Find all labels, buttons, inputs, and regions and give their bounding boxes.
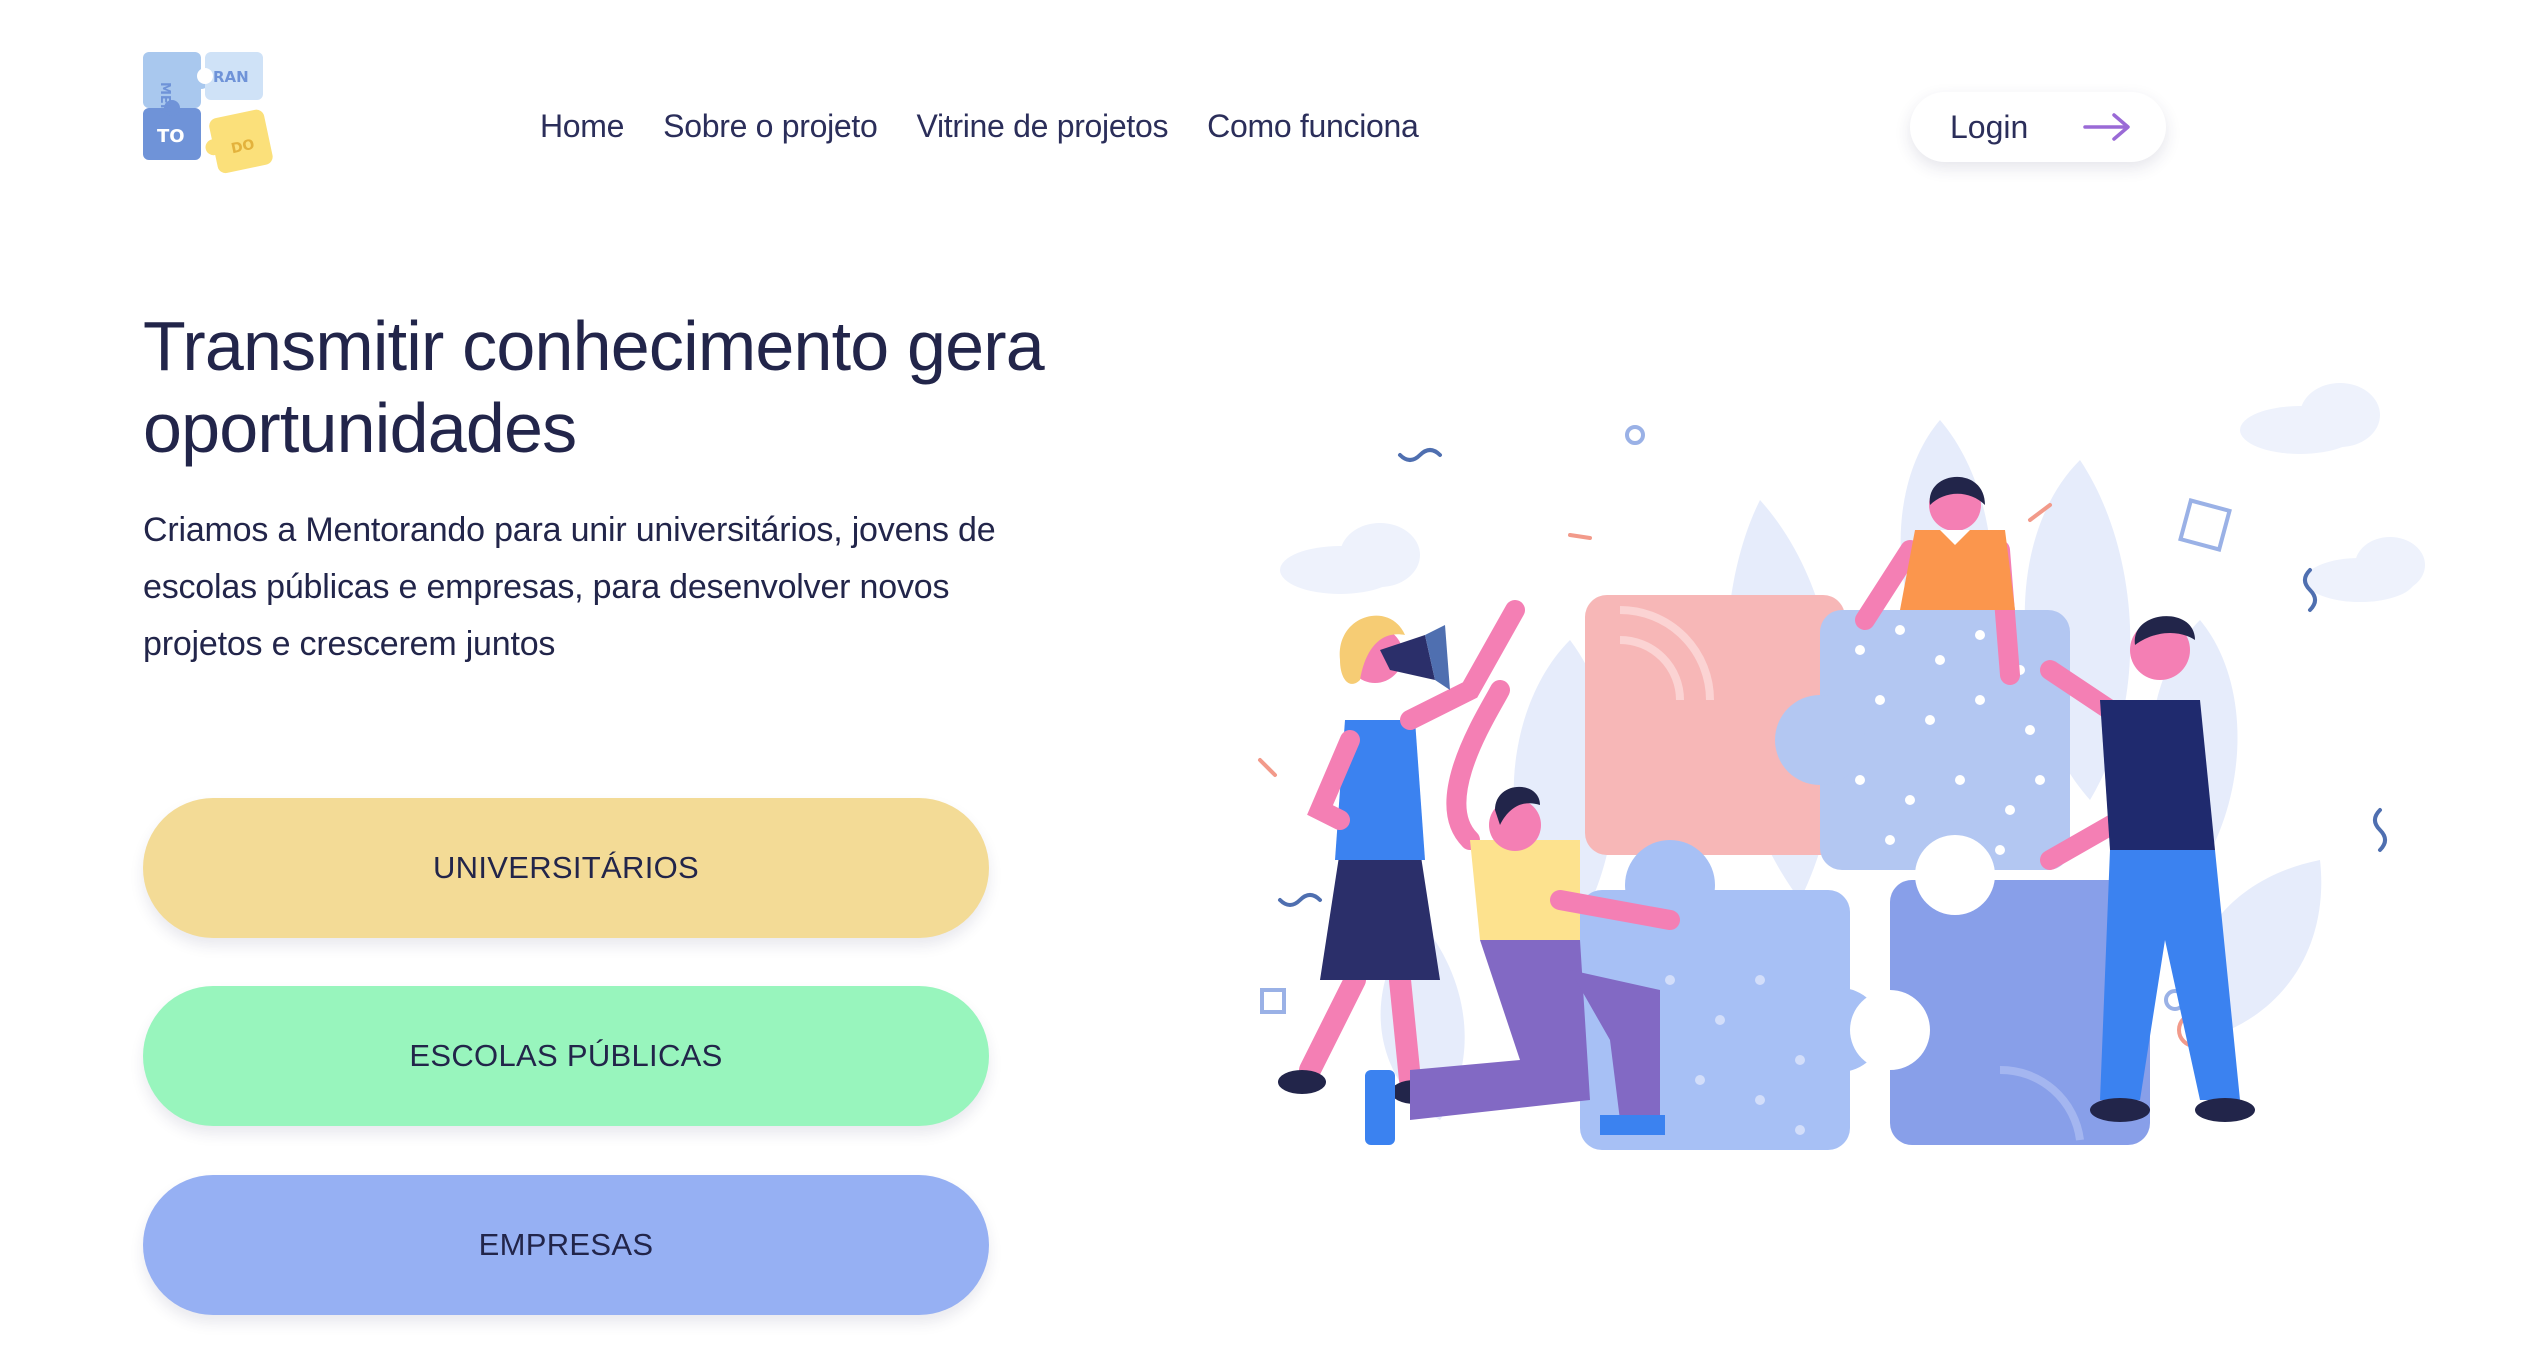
hero-title: Transmitir conhecimento gera oportunidad…: [143, 307, 1045, 467]
clouds: [1280, 383, 2425, 602]
logo-text-ran: RAN: [213, 68, 249, 86]
universitarios-button[interactable]: UNIVERSITÁRIOS: [143, 798, 989, 938]
arrow-right-icon: [2083, 113, 2130, 141]
hero-description: Criamos a Mentorando para unir universit…: [143, 511, 996, 663]
login-button[interactable]: Login: [1910, 92, 2166, 162]
nav-item-vitrine[interactable]: Vitrine de projetos: [917, 104, 1169, 148]
mentorando-logo[interactable]: MEN RAN TO DO: [143, 52, 273, 178]
main-nav: Home Sobre o projeto Vitrine de projetos…: [540, 104, 1419, 148]
nav-item-como-funciona[interactable]: Como funciona: [1207, 104, 1419, 148]
logo-text-men: MEN: [157, 82, 172, 115]
empresas-button[interactable]: EMPRESAS: [143, 1175, 989, 1315]
escolas-publicas-button[interactable]: ESCOLAS PÚBLICAS: [143, 986, 989, 1126]
nav-item-sobre[interactable]: Sobre o projeto: [663, 104, 878, 148]
team-puzzle-illustration: [1258, 383, 2425, 1150]
nav-item-home[interactable]: Home: [540, 104, 624, 148]
login-label: Login: [1950, 108, 2029, 145]
logo-text-to: TO: [157, 126, 185, 147]
